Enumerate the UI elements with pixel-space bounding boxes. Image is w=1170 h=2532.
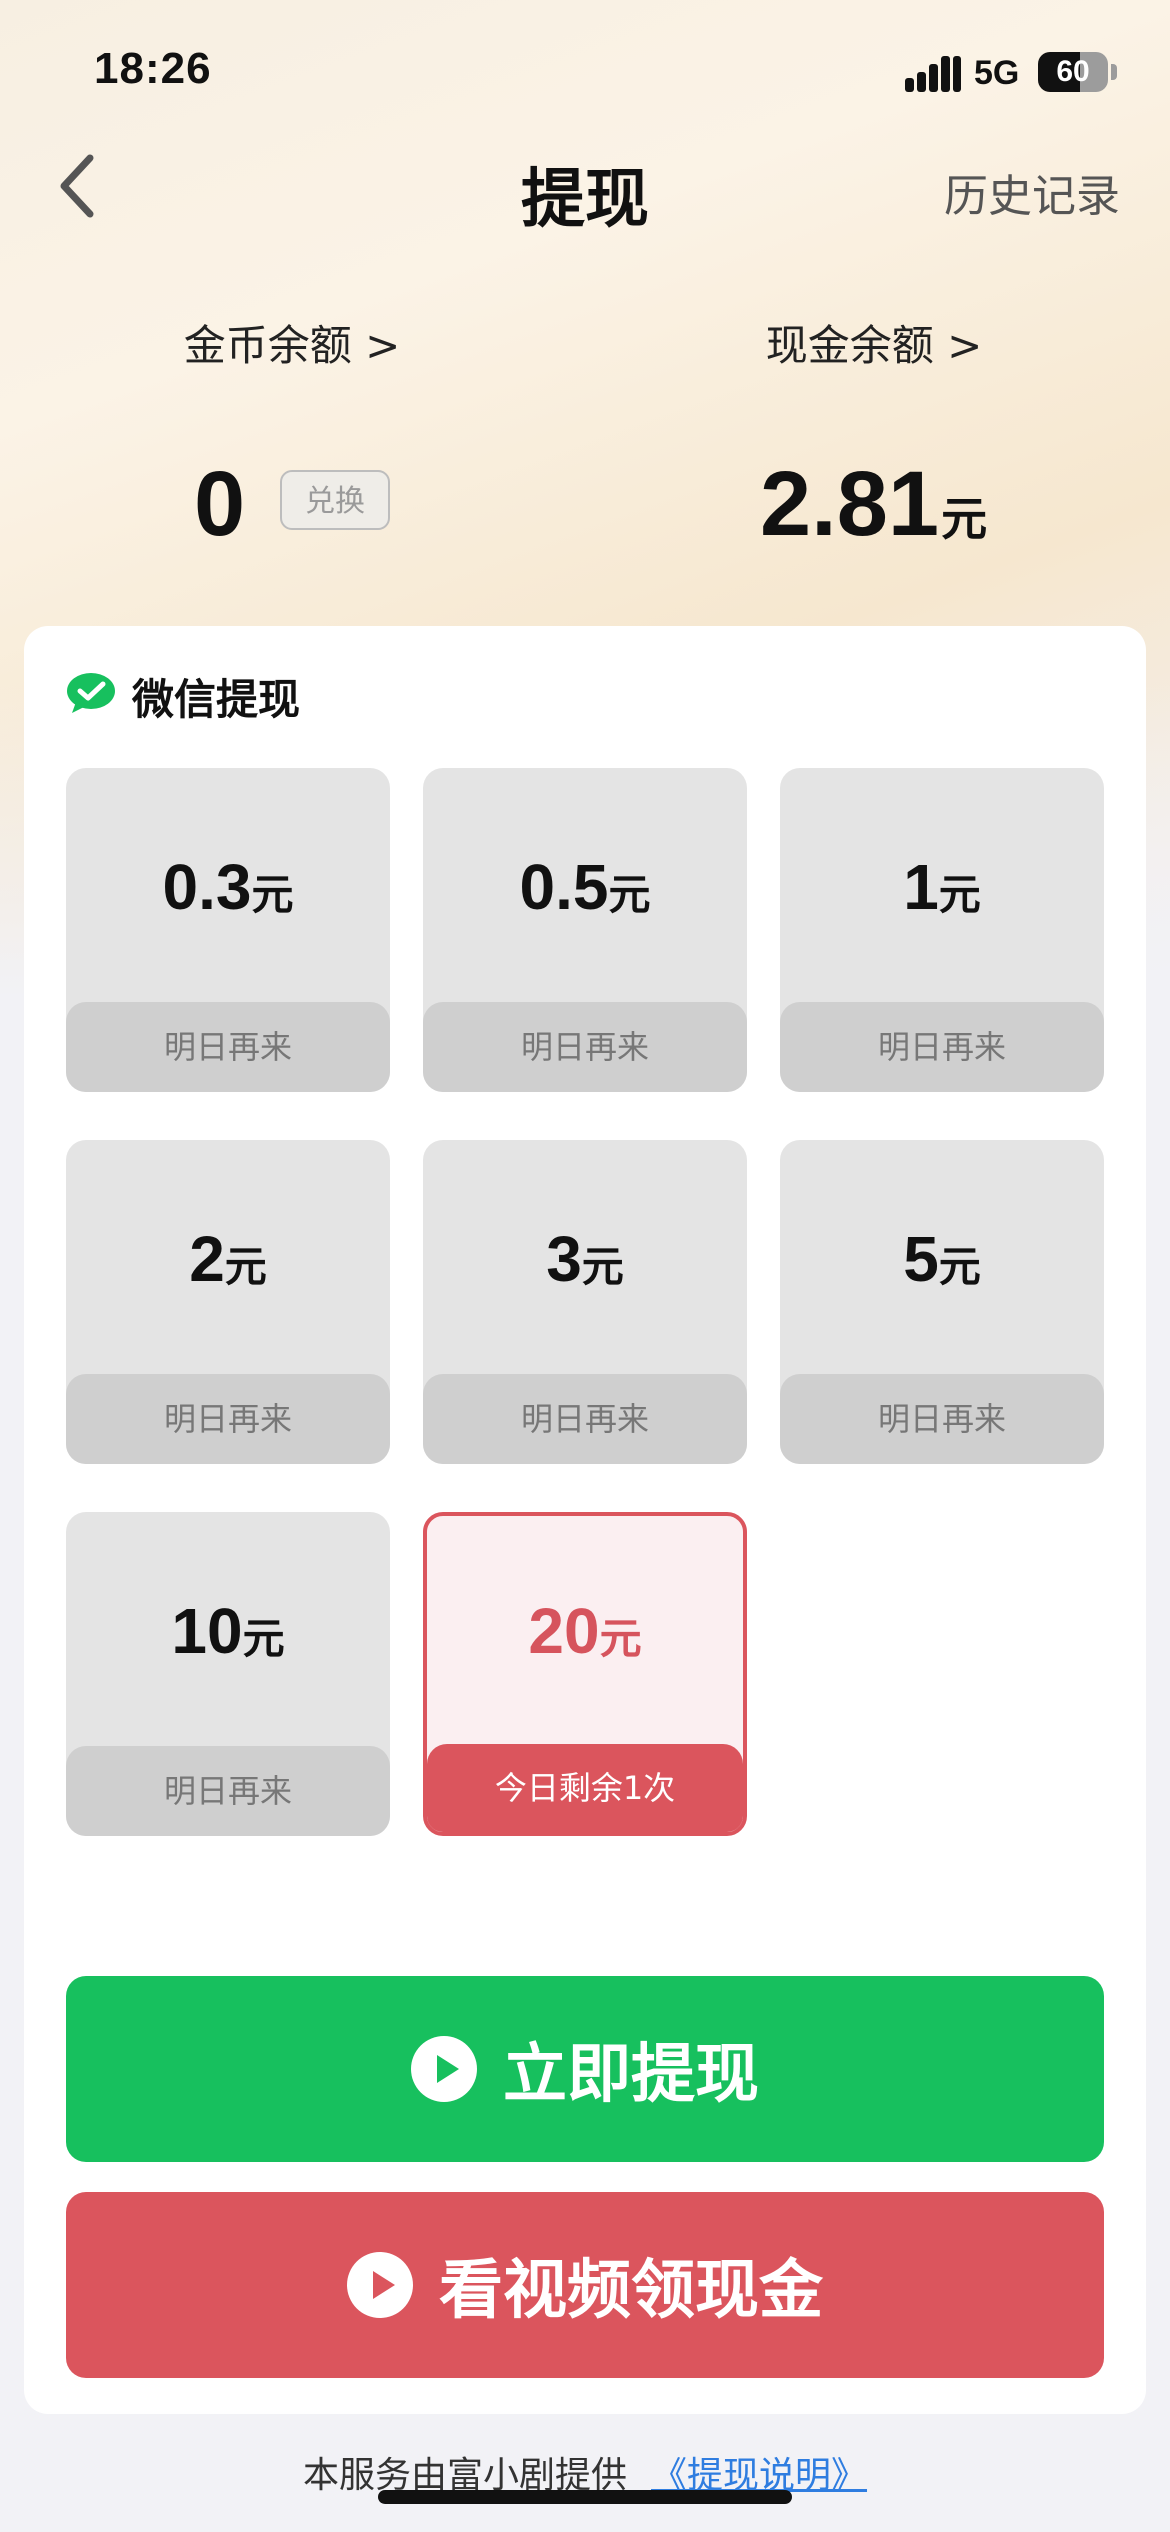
cash-balance-value: 2.81: [760, 453, 940, 555]
amount-unit: 元: [599, 1614, 642, 1663]
amount-unit: 元: [938, 1242, 981, 1291]
amount-value: 1元: [780, 850, 1104, 924]
watch-video-button[interactable]: 看视频领现金: [66, 2192, 1104, 2378]
status-time: 18:26: [94, 44, 212, 93]
amount-value: 5元: [780, 1222, 1104, 1296]
amount-status: 明日再来: [423, 1002, 747, 1092]
amount-option-3[interactable]: 3元 明日再来: [423, 1140, 747, 1464]
coin-balance-value: 0: [194, 453, 246, 555]
amount-status: 明日再来: [66, 1002, 390, 1092]
amount-unit: 元: [938, 870, 981, 919]
amount-number: 3: [546, 1223, 582, 1295]
amount-status: 明日再来: [66, 1374, 390, 1464]
cash-balance-unit: 元: [941, 492, 988, 546]
amount-status: 明日再来: [780, 1374, 1104, 1464]
amount-option-1[interactable]: 1元 明日再来: [780, 768, 1104, 1092]
amount-number: 5: [903, 1223, 939, 1295]
battery-cap: [1111, 64, 1117, 80]
amount-option-20-selected[interactable]: 20元 今日剩余1次: [423, 1512, 747, 1836]
exchange-button[interactable]: 兑换: [280, 470, 390, 530]
withdraw-now-label: 立即提现: [503, 2038, 759, 2112]
watch-video-label: 看视频领现金: [439, 2254, 823, 2328]
cash-balance: 2.81元: [760, 452, 987, 557]
withdraw-now-button[interactable]: 立即提现: [66, 1976, 1104, 2162]
amount-unit: 元: [224, 1242, 267, 1291]
amount-unit: 元: [242, 1614, 285, 1663]
wechat-icon: [67, 673, 115, 713]
play-icon: [411, 2036, 477, 2102]
battery-icon: 60: [1038, 52, 1108, 92]
amount-status: 明日再来: [780, 1002, 1104, 1092]
amount-unit: 元: [581, 1242, 624, 1291]
cash-balance-link[interactable]: 现金余额 >: [664, 312, 1084, 373]
amount-value: 0.3元: [66, 850, 390, 924]
network-type: 5G: [974, 54, 1020, 92]
amount-number: 1: [903, 851, 939, 923]
amount-value: 2元: [66, 1222, 390, 1296]
amount-number: 20: [528, 1595, 600, 1667]
amount-number: 10: [171, 1595, 243, 1667]
amount-number: 2: [189, 1223, 225, 1295]
home-indicator[interactable]: [378, 2490, 792, 2504]
play-icon: [347, 2252, 413, 2318]
amount-value: 20元: [427, 1594, 743, 1668]
amount-value: 3元: [423, 1222, 747, 1296]
amount-option-0.5[interactable]: 0.5元 明日再来: [423, 768, 747, 1092]
signal-icon: [905, 56, 961, 92]
amount-option-10[interactable]: 10元 明日再来: [66, 1512, 390, 1836]
amount-status: 今日剩余1次: [427, 1744, 743, 1832]
amount-option-0.3[interactable]: 0.3元 明日再来: [66, 768, 390, 1092]
amount-unit: 元: [608, 870, 651, 919]
history-link[interactable]: 历史记录: [944, 160, 1120, 224]
coin-balance-link[interactable]: 金币余额 >: [82, 312, 502, 373]
amount-status: 明日再来: [66, 1746, 390, 1836]
amount-value: 0.5元: [423, 850, 747, 924]
amount-number: 0.3: [162, 851, 252, 923]
amount-status: 明日再来: [423, 1374, 747, 1464]
amount-option-2[interactable]: 2元 明日再来: [66, 1140, 390, 1464]
amount-value: 10元: [66, 1594, 390, 1668]
wechat-withdraw-title: 微信提现: [132, 675, 301, 724]
amount-unit: 元: [251, 870, 294, 919]
amount-option-5[interactable]: 5元 明日再来: [780, 1140, 1104, 1464]
amount-number: 0.5: [519, 851, 609, 923]
